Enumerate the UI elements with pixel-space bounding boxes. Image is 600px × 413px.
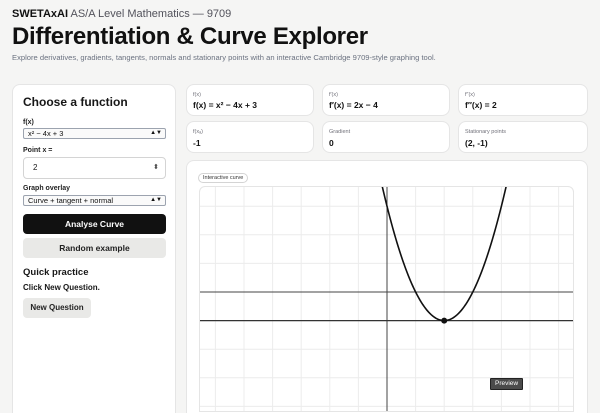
- gradient-label: Gradient: [329, 129, 351, 135]
- quick-practice-text: Click New Question.: [23, 283, 100, 292]
- gradient-card: Gradient 0: [322, 121, 450, 153]
- function-value-card: f(xₐ) -1: [186, 121, 314, 153]
- course-header: SWETAxAI AS/A Level Mathematics — 9709: [12, 8, 231, 20]
- second-derivative-card: f″(x) f″(x) = 2: [458, 84, 588, 116]
- function-card: f(x) f(x) = x² − 4x + 3: [186, 84, 314, 116]
- stationary-points-label: Stationary points: [465, 129, 506, 135]
- second-derivative-value: f″(x) = 2: [465, 100, 497, 110]
- quick-practice-title: Quick practice: [23, 267, 89, 278]
- first-derivative-card: f′(x) f′(x) = 2x − 4: [322, 84, 450, 116]
- second-derivative-label: f″(x): [465, 92, 475, 98]
- point-x-input[interactable]: 2 ⬍: [23, 157, 166, 179]
- first-derivative-label: f′(x): [329, 92, 338, 98]
- preview-tooltip: Preview: [490, 378, 524, 390]
- first-derivative-value: f′(x) = 2x − 4: [329, 100, 378, 110]
- select-chevron-icon: ▲▼: [150, 197, 162, 203]
- brand-name: SWETAxAI: [12, 8, 69, 20]
- page-title: Differentiation & Curve Explorer: [12, 23, 368, 50]
- function-label: f(x): [23, 119, 34, 126]
- graph-plot-area[interactable]: Preview: [199, 186, 574, 412]
- graph-card: Interactive curve Preview: [186, 160, 588, 413]
- point-label: Point x =: [23, 147, 53, 154]
- panel-title: Choose a function: [23, 95, 128, 109]
- function-panel: Choose a function f(x) x² − 4x + 3 ▲▼ Po…: [12, 84, 176, 413]
- gradient-value: 0: [329, 138, 334, 148]
- stationary-points-value: (2, -1): [465, 138, 488, 148]
- overlay-select[interactable]: Curve + tangent + normal ▲▼: [23, 195, 166, 206]
- function-value-value: -1: [193, 138, 201, 148]
- random-example-button[interactable]: Random example: [23, 238, 166, 258]
- analyse-curve-button[interactable]: Analyse Curve: [23, 214, 166, 234]
- function-select-value: x² − 4x + 3: [28, 129, 64, 138]
- function-select[interactable]: x² − 4x + 3 ▲▼: [23, 128, 166, 139]
- overlay-select-value: Curve + tangent + normal: [28, 196, 114, 205]
- graph-tag: Interactive curve: [198, 173, 249, 183]
- select-chevron-icon: ▲▼: [150, 130, 162, 136]
- overlay-label: Graph overlay: [23, 185, 71, 192]
- page-subtitle: Explore derivatives, gradients, tangents…: [12, 53, 436, 62]
- stationary-point-marker: [441, 317, 448, 324]
- function-card-value: f(x) = x² − 4x + 3: [193, 100, 258, 110]
- function-card-label: f(x): [193, 92, 201, 98]
- point-x-value: 2: [33, 163, 38, 172]
- stepper-icon[interactable]: ⬍: [153, 158, 159, 178]
- function-value-label: f(xₐ): [193, 129, 203, 135]
- new-question-button[interactable]: New Question: [23, 298, 91, 318]
- course-name: AS/A Level Mathematics — 9709: [70, 8, 232, 20]
- stationary-points-card: Stationary points (2, -1): [458, 121, 588, 153]
